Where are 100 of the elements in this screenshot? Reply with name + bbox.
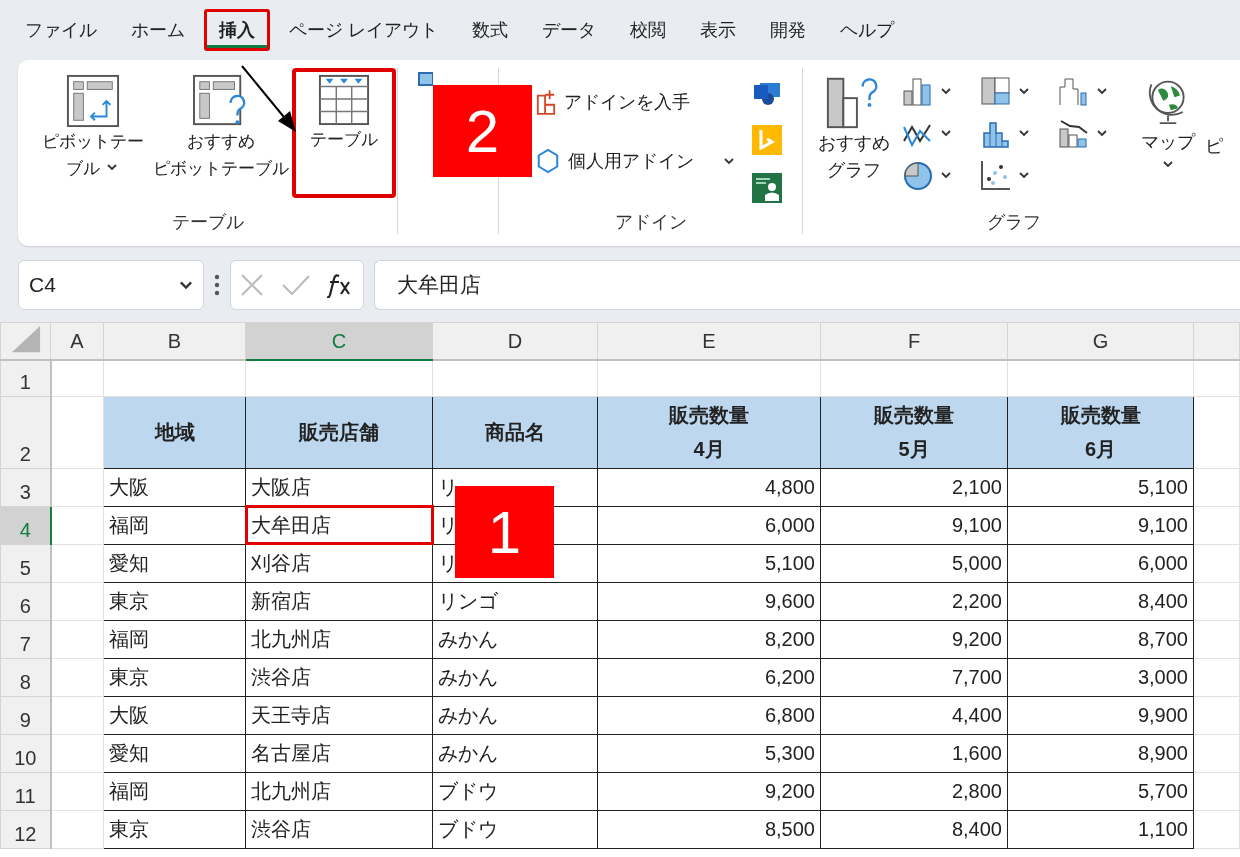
table-icon bbox=[318, 74, 370, 126]
ribbon-button[interactable]: ピボットテー ブル bbox=[35, 68, 150, 189]
hexagon-icon bbox=[536, 148, 560, 174]
group-label: アドイン bbox=[613, 211, 688, 234]
table-cell: 8,200 bbox=[597, 620, 821, 658]
table-cell: 6,000 bbox=[1007, 544, 1194, 582]
ribbon-button[interactable]: ピ bbox=[1203, 126, 1225, 167]
row-header[interactable]: 12 bbox=[0, 810, 51, 848]
table-cell: 大牟田店 bbox=[245, 506, 433, 544]
row-header[interactable]: 3 bbox=[0, 468, 51, 506]
row-header[interactable]: 7 bbox=[0, 620, 51, 658]
ribbon-tab[interactable]: ファイル bbox=[10, 9, 112, 51]
header-cell: 販売数量 4月 bbox=[597, 396, 821, 468]
table-cell: ブドウ bbox=[432, 772, 598, 810]
row-header[interactable]: 6 bbox=[0, 582, 51, 620]
ribbon-tab[interactable]: 数式 bbox=[457, 9, 523, 51]
table-cell: 東京 bbox=[103, 582, 246, 620]
table-cell: 福岡 bbox=[103, 620, 246, 658]
table-cell: 渋谷店 bbox=[245, 810, 433, 848]
table-cell: みかん bbox=[432, 620, 598, 658]
table-cell: みかん bbox=[432, 696, 598, 734]
row-header[interactable]: 11 bbox=[0, 772, 51, 810]
table-cell: 6,800 bbox=[597, 696, 821, 734]
pivot-table-icon bbox=[65, 74, 120, 128]
table-cell: 名古屋店 bbox=[245, 734, 433, 772]
row-header[interactable]: 10 bbox=[0, 734, 51, 772]
column-header[interactable]: F bbox=[820, 322, 1008, 360]
row-header[interactable]: 8 bbox=[0, 658, 51, 696]
table-cell: 8,400 bbox=[1007, 582, 1194, 620]
table-cell: 2,100 bbox=[820, 468, 1008, 506]
step-badge: 1 bbox=[455, 486, 554, 578]
formula-field[interactable]: 大牟田店 bbox=[374, 260, 1240, 310]
table-cell: みかん bbox=[432, 734, 598, 772]
treemap-icon bbox=[979, 75, 1013, 107]
table-cell: 8,900 bbox=[1007, 734, 1194, 772]
ribbon-tab[interactable]: 表示 bbox=[685, 9, 751, 51]
table-cell: 9,200 bbox=[597, 772, 821, 810]
ribbon-button[interactable]: 個人用アドイン bbox=[536, 142, 736, 180]
table-cell: 4,400 bbox=[820, 696, 1008, 734]
header-cell: 販売店舗 bbox=[245, 396, 433, 468]
table-cell: 天王寺店 bbox=[245, 696, 433, 734]
table-cell: 5,100 bbox=[1007, 468, 1194, 506]
table-cell: 愛知 bbox=[103, 734, 246, 772]
table-cell: 6,000 bbox=[597, 506, 821, 544]
table-cell: 1,100 bbox=[1007, 810, 1194, 848]
more-icon bbox=[214, 273, 220, 297]
table-cell: 8,500 bbox=[597, 810, 821, 848]
header-cell: 販売数量 6月 bbox=[1007, 396, 1194, 468]
group-label: グラフ bbox=[986, 211, 1042, 234]
ribbon-tab[interactable]: ヘルプ bbox=[825, 9, 909, 51]
table-cell: 6,200 bbox=[597, 658, 821, 696]
table-cell: 大阪 bbox=[103, 696, 246, 734]
table-cell: 大阪 bbox=[103, 468, 246, 506]
shape-icon bbox=[418, 72, 433, 86]
pie-chart-icon bbox=[901, 159, 935, 191]
table-cell: 北九州店 bbox=[245, 772, 433, 810]
table-cell: 9,100 bbox=[820, 506, 1008, 544]
column-header[interactable]: D bbox=[432, 322, 598, 360]
table-cell: 愛知 bbox=[103, 544, 246, 582]
column-header[interactable]: B bbox=[103, 322, 246, 360]
ribbon-button[interactable]: アドインを入手 bbox=[536, 82, 736, 122]
ribbon-tab[interactable]: データ bbox=[527, 9, 611, 51]
table-cell: 2,200 bbox=[820, 582, 1008, 620]
ribbon-tab[interactable]: ページ レイアウト bbox=[274, 9, 453, 51]
table-cell: 9,600 bbox=[597, 582, 821, 620]
ribbon-tab[interactable]: 校閲 bbox=[615, 9, 681, 51]
ribbon-tab[interactable]: ホーム bbox=[116, 9, 200, 51]
map-button[interactable]: マップ bbox=[1137, 68, 1199, 177]
table-cell: 福岡 bbox=[103, 772, 246, 810]
row-header[interactable]: 2 bbox=[0, 396, 51, 468]
group-label: テーブル bbox=[170, 211, 245, 234]
column-header[interactable]: E bbox=[597, 322, 821, 360]
column-header[interactable]: C bbox=[245, 322, 433, 360]
table-cell: 5,300 bbox=[597, 734, 821, 772]
ribbon-tab[interactable]: 挿入 bbox=[204, 9, 270, 51]
ribbon-button[interactable]: テーブル bbox=[292, 68, 396, 198]
column-header[interactable]: A bbox=[50, 322, 104, 360]
row-header[interactable]: 5 bbox=[0, 544, 51, 582]
name-box[interactable]: C4 bbox=[18, 260, 204, 310]
table-cell: 4,800 bbox=[597, 468, 821, 506]
table-cell: 東京 bbox=[103, 810, 246, 848]
table-cell: 7,700 bbox=[820, 658, 1008, 696]
table-cell: 3,000 bbox=[1007, 658, 1194, 696]
ribbon-button[interactable]: おすすめ ピボットテーブル bbox=[150, 68, 292, 189]
recommended-charts-button[interactable]: おすすめ グラフ bbox=[813, 68, 895, 190]
column-header[interactable]: G bbox=[1007, 322, 1194, 360]
table-cell: 刈谷店 bbox=[245, 544, 433, 582]
add-in-store-icon bbox=[536, 88, 556, 116]
table-cell: 5,100 bbox=[597, 544, 821, 582]
row-header[interactable]: 9 bbox=[0, 696, 51, 734]
table-cell: 北九州店 bbox=[245, 620, 433, 658]
table-cell: 5,700 bbox=[1007, 772, 1194, 810]
row-header[interactable]: 1 bbox=[0, 360, 51, 396]
ribbon-tab[interactable]: 開発 bbox=[755, 9, 821, 51]
header-cell: 商品名 bbox=[432, 396, 598, 468]
check-icon[interactable] bbox=[281, 273, 311, 297]
table-cell: 9,100 bbox=[1007, 506, 1194, 544]
table-cell: リンゴ bbox=[432, 582, 598, 620]
table-cell: 2,800 bbox=[820, 772, 1008, 810]
table-cell: 新宿店 bbox=[245, 582, 433, 620]
